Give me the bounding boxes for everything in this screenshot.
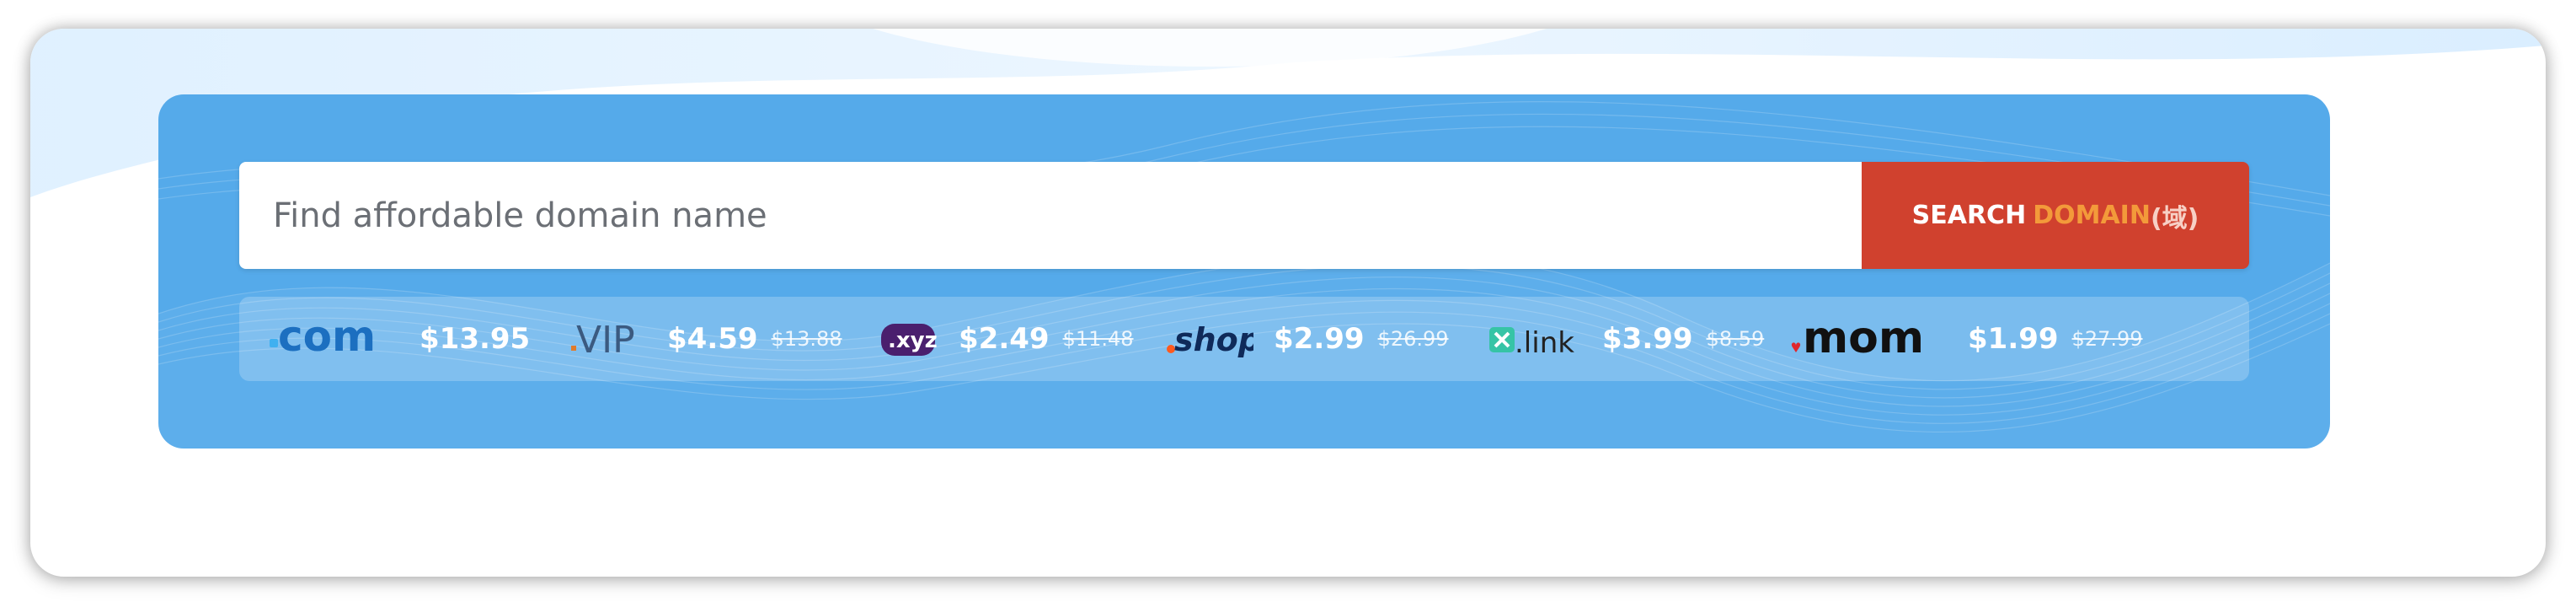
svg-text:mom: mom — [1803, 314, 1924, 363]
tld-item-shop[interactable]: shop $2.99 $26.99 — [1166, 297, 1449, 381]
svg-text:VIP: VIP — [576, 319, 635, 362]
search-button-cjk-label: (域) — [2150, 203, 2199, 234]
tld-item-mom[interactable]: mom $1.99 $27.99 — [1788, 297, 2143, 381]
search-bar: SEARCH DOMAIN(域) — [239, 162, 2249, 269]
tld-price: $2.99 — [1274, 322, 1365, 356]
com-logo: com — [265, 314, 399, 364]
tld-old-price: $26.99 — [1377, 327, 1449, 351]
tld-old-price: $13.88 — [771, 327, 842, 351]
shop-logo: shop — [1166, 314, 1253, 364]
domain-search-input[interactable] — [239, 162, 1862, 269]
tld-price: $3.99 — [1602, 322, 1693, 356]
tld-price: $1.99 — [1968, 322, 2059, 356]
tld-price-list: com $13.95 VIP $4.59 $13.88 .xyz $2.49 $… — [239, 297, 2249, 381]
svg-text:com: com — [278, 314, 376, 361]
tld-item-link[interactable]: .link $3.99 $8.59 — [1488, 297, 1764, 381]
search-domain-button[interactable]: SEARCH DOMAIN (域) — [1862, 162, 2249, 269]
domain-search-card: SEARCH DOMAIN(域) com $13.95 — [30, 29, 2546, 577]
vip-logo: VIP — [569, 314, 647, 364]
svg-text:.link: .link — [1515, 326, 1574, 360]
tld-old-price: $11.48 — [1062, 327, 1134, 351]
mom-logo: mom — [1788, 314, 1948, 364]
tld-price: $2.49 — [959, 322, 1050, 356]
search-panel: SEARCH DOMAIN(域) com $13.95 — [158, 94, 2330, 449]
svg-text:shop: shop — [1174, 321, 1253, 358]
tld-item-com[interactable]: com $13.95 — [265, 297, 530, 381]
tld-item-vip[interactable]: VIP $4.59 $13.88 — [569, 297, 842, 381]
tld-item-xyz[interactable]: .xyz $2.49 $11.48 — [879, 297, 1134, 381]
search-button-label: SEARCH — [1911, 201, 2027, 230]
tld-old-price: $8.59 — [1706, 327, 1765, 351]
svg-text:.xyz: .xyz — [888, 328, 938, 353]
tld-price: $13.95 — [420, 322, 531, 356]
xyz-logo: .xyz — [879, 314, 938, 364]
search-button-accent-label: DOMAIN — [2033, 201, 2151, 230]
tld-old-price: $27.99 — [2071, 327, 2143, 351]
tld-price: $4.59 — [667, 322, 758, 356]
panel-wave-decoration — [158, 101, 2330, 449]
link-logo: .link — [1488, 314, 1582, 364]
